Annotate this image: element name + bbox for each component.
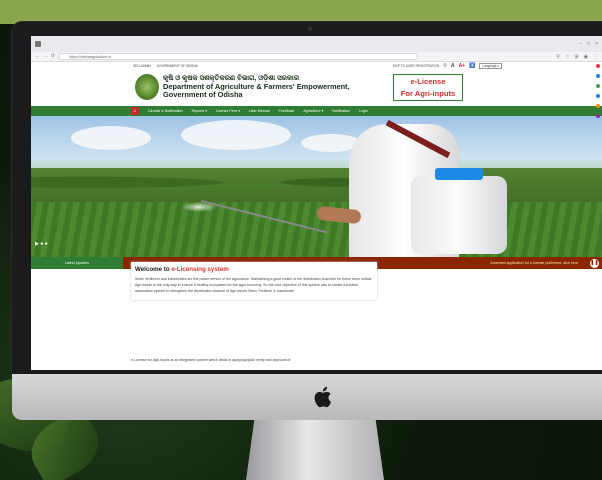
title-english-line2: Government of Odisha	[163, 90, 243, 99]
side-icon[interactable]	[596, 74, 600, 78]
nav-item-circular[interactable]: Circular & Notification	[148, 109, 183, 113]
side-icon[interactable]	[596, 64, 600, 68]
nav-item-reports[interactable]: Reports ▾	[192, 109, 207, 113]
text-size-normal[interactable]: A	[451, 63, 455, 69]
extension-icon[interactable]: ⊞	[574, 54, 578, 60]
skip-link[interactable]: SKIP TO USER REGISTRATION	[393, 64, 440, 68]
cloud-shape	[71, 126, 151, 150]
address-row: ← → ⟳ https://odishaagriculture.in ⚲ ☆ ⊞…	[31, 52, 602, 62]
forward-icon[interactable]: →	[43, 54, 48, 59]
welcome-body: Seed, fertilizers and insecticides are t…	[135, 277, 372, 293]
accessibility-icon[interactable]: ♿	[469, 63, 475, 69]
elicense-badge-line2: For Agri-inputs	[400, 89, 456, 98]
top-link[interactable]: SEO ADMIN	[133, 64, 151, 68]
monitor-bezel: – □ × ← → ⟳ https://odishaagriculture.in…	[12, 22, 602, 374]
browser-tab-bar: – □ ×	[31, 36, 602, 52]
welcome-heading-highlight: e-Licensing system	[171, 266, 229, 273]
nav-item-login[interactable]: Login	[359, 109, 368, 113]
toolbar-icons: ⚲ ☆ ⊞ ◉ ⋮	[556, 54, 598, 60]
home-icon[interactable]: ⌂	[131, 107, 139, 115]
monitor-stand	[246, 420, 384, 480]
close-icon[interactable]: ×	[595, 41, 598, 47]
cloud-shape	[181, 120, 291, 150]
top-link-strip: SEO ADMIN GOVERNMENT OF ODISHA SKIP TO U…	[31, 62, 602, 70]
language-select[interactable]: Language ▾	[479, 63, 502, 69]
star-icon[interactable]: ☆	[565, 54, 569, 60]
ticker-pause-icon[interactable]: ❚❚	[590, 258, 599, 268]
back-icon[interactable]: ←	[35, 54, 40, 59]
ticker-label: Latest Updates	[31, 257, 123, 269]
zoom-icon[interactable]: ⚲	[556, 54, 560, 60]
minimize-icon[interactable]: –	[579, 41, 582, 47]
profile-icon[interactable]: ◉	[584, 54, 588, 60]
top-link[interactable]: GOVERNMENT OF ODISHA	[157, 64, 198, 68]
nav-item-notification[interactable]: Notification	[332, 109, 350, 113]
search-icon[interactable]: ⚲	[443, 63, 447, 69]
side-icon[interactable]	[596, 114, 600, 118]
hero-banner: ▶ ● ●	[31, 116, 602, 257]
side-icon[interactable]	[596, 104, 600, 108]
side-icon[interactable]	[596, 84, 600, 88]
tab-icon[interactable]	[35, 41, 41, 47]
nav-item-license-fees[interactable]: License Fees ▾	[216, 109, 240, 113]
welcome-heading: Welcome to e-Licensing system	[135, 266, 373, 273]
main-navigation: ⌂ Circular & Notification Reports ▾ Lice…	[31, 106, 602, 116]
sprayer-tank	[411, 176, 507, 254]
welcome-heading-prefix: Welcome to	[135, 266, 172, 273]
odisha-emblem-logo	[135, 74, 159, 100]
welcome-section: Welcome to e-Licensing system Seed, fert…	[131, 262, 377, 300]
background-top-band	[0, 0, 602, 24]
slider-controls[interactable]: ▶ ● ●	[35, 241, 48, 247]
nav-item-agriculture[interactable]: Agriculture ▾	[303, 109, 323, 113]
hero-treeline	[31, 168, 602, 204]
ticker-text[interactable]: Amended application for e-license publis…	[490, 261, 590, 265]
url-input[interactable]: https://odishaagriculture.in	[58, 53, 419, 60]
elicense-badge-line1: e-License	[410, 77, 446, 86]
department-title: କୃଷି ଓ କୃଷକ ସଶକ୍ତିକରଣ ବିଭାଗ, ଓଡ଼ିଶା ସରକା…	[163, 75, 350, 99]
reload-icon[interactable]: ⟳	[51, 54, 55, 59]
browser-side-panel	[596, 64, 600, 118]
nav-item-feedback[interactable]: Feedback	[279, 109, 295, 113]
browser-screen: – □ × ← → ⟳ https://odishaagriculture.in…	[31, 36, 602, 370]
sprayer-tank-cap	[435, 168, 483, 180]
apple-logo-icon	[314, 386, 332, 408]
window-controls: – □ ×	[579, 41, 598, 47]
camera-dot	[308, 27, 312, 31]
text-size-large[interactable]: A+	[459, 63, 466, 69]
elicense-badge: e-License For Agri-inputs	[393, 74, 463, 101]
maximize-icon[interactable]: □	[587, 41, 590, 47]
menu-icon[interactable]: ⋮	[593, 54, 598, 60]
nav-item-user-manual[interactable]: User Manual	[249, 109, 269, 113]
welcome-footer-text: e-License for Agri-inputs is an integrat…	[131, 358, 291, 362]
site-header: କୃଷି ଓ କୃଷକ ସଶକ୍ତିକରଣ ବିଭାଗ, ଓଡ଼ିଶା ସରକା…	[31, 70, 602, 106]
side-icon[interactable]	[596, 94, 600, 98]
monitor-chin	[12, 374, 602, 420]
welcome-card: Welcome to e-Licensing system Seed, fert…	[131, 262, 377, 300]
